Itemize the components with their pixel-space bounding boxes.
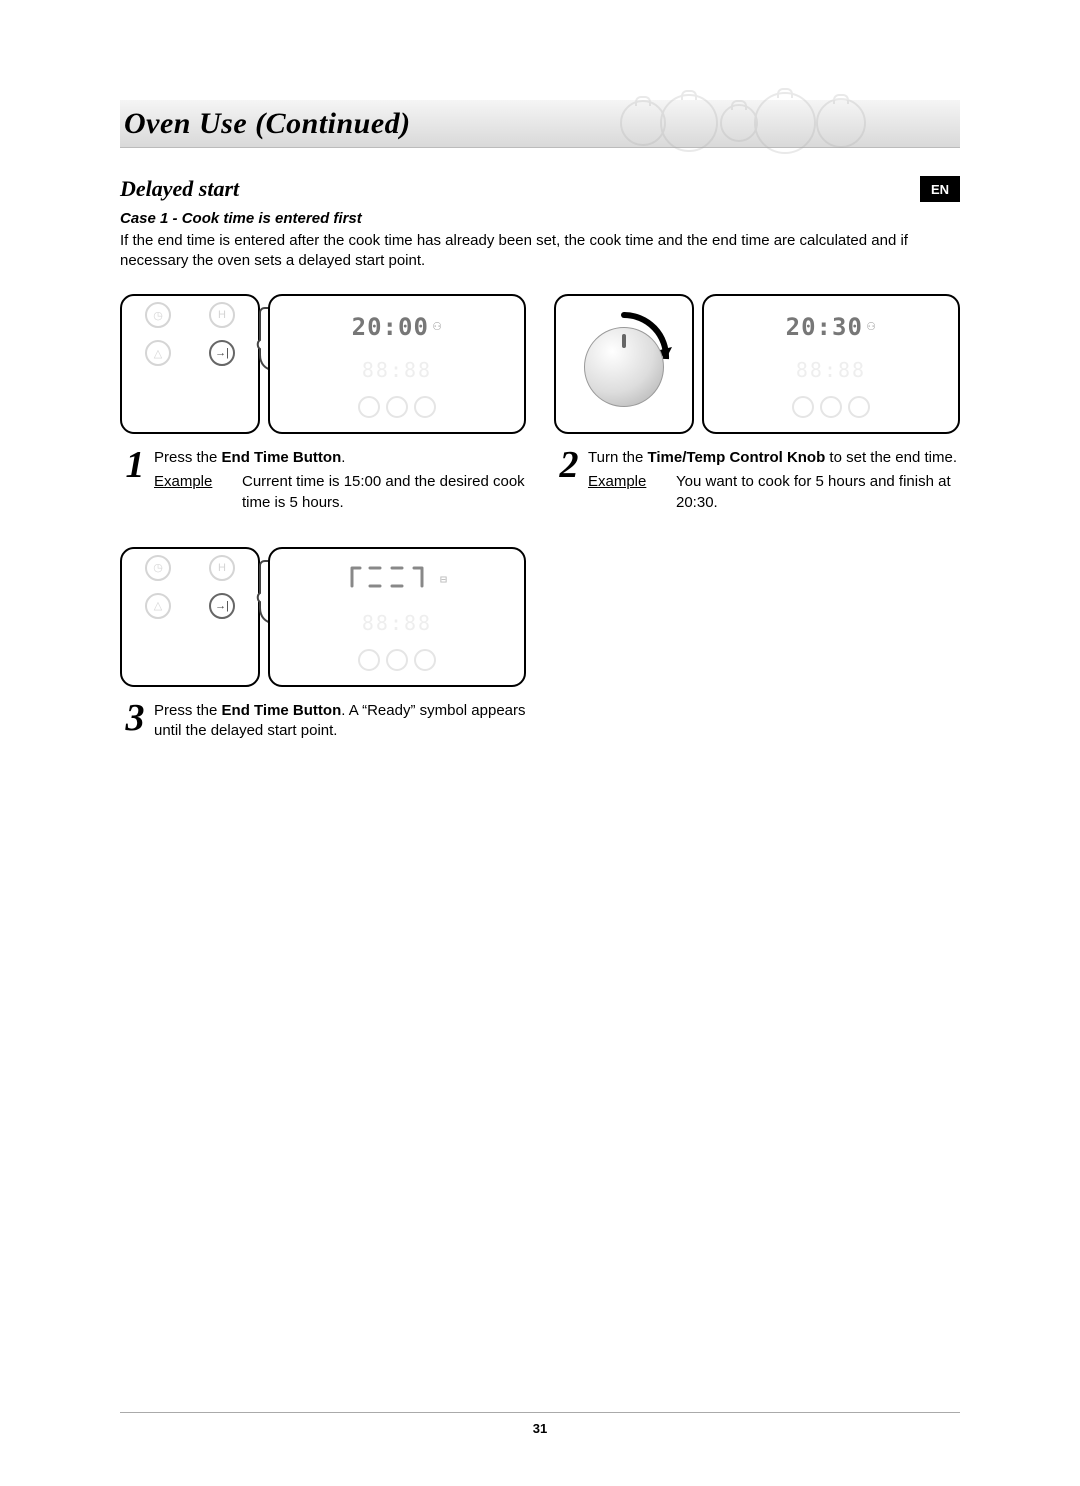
banner-graphic (620, 96, 900, 152)
step-2: 20:30 ⚇ 88:88 2 Turn the Time/Temp Contr… (554, 294, 960, 513)
step3-control: End Time Button (222, 702, 342, 719)
step-3-figure: ◷ H △ →| (120, 547, 526, 687)
display-ghost: 88:88 (278, 352, 516, 389)
step3-text-pre: Press the (154, 702, 222, 719)
ready-symbol-icon (346, 564, 436, 590)
clock-icon: ◷ (145, 302, 171, 328)
step-1-figure: ◷ H △ →| (120, 294, 526, 434)
section-title: Delayed start (120, 176, 960, 202)
step-2-figure: 20:30 ⚇ 88:88 (554, 294, 960, 434)
chef-icon: ⚇ (867, 318, 876, 335)
display-panel: 20:00 ⚇ 88:88 (268, 294, 526, 434)
step1-text-pre: Press the (154, 449, 222, 466)
button-panel: ◷ H △ →| (120, 547, 260, 687)
language-badge: EN (920, 176, 960, 202)
step-1: ◷ H △ →| (120, 294, 526, 513)
display-panel: 20:30 ⚇ 88:88 (702, 294, 960, 434)
triangle-icon: △ (145, 340, 171, 366)
triangle-icon: △ (145, 593, 171, 619)
step2-control: Time/Temp Control Knob (647, 449, 825, 466)
chef-icon: ⚇ (433, 318, 442, 335)
display-ghost: 88:88 (278, 604, 516, 641)
control-knob-icon (584, 327, 664, 407)
h-icon: H (209, 302, 235, 328)
end-icon: ⊟ (440, 573, 448, 587)
example-label: Example (588, 472, 658, 513)
button-panel: ◷ H △ →| (120, 294, 260, 434)
end-time-button-icon: →| (209, 340, 235, 366)
display-time: 20:30 (786, 313, 863, 341)
case-heading: Case 1 - Cook time is entered first (120, 210, 960, 227)
page-number: 31 (533, 1421, 547, 1436)
knob-panel (554, 294, 694, 434)
clock-icon: ◷ (145, 555, 171, 581)
display-ghost: 88:88 (712, 352, 950, 389)
end-time-button-icon: →| (209, 593, 235, 619)
page-banner: Oven Use (Continued) (120, 100, 960, 148)
example-body: You want to cook for 5 hours and finish … (676, 472, 960, 513)
intro-text: If the end time is entered after the coo… (120, 231, 960, 270)
step-number: 3 (120, 701, 150, 742)
step-3: ◷ H △ →| (120, 547, 526, 742)
h-icon: H (209, 555, 235, 581)
step-number: 2 (554, 448, 584, 513)
example-label: Example (154, 472, 224, 513)
display-time: 20:00 (352, 313, 429, 341)
display-panel: ⊟ 88:88 (268, 547, 526, 687)
ready-display (346, 564, 436, 596)
example-body: Current time is 15:00 and the desired co… (242, 472, 526, 513)
step2-text-pre: Turn the (588, 449, 647, 466)
step1-text-post: . (341, 449, 345, 466)
banner-title: Oven Use (Continued) (124, 107, 411, 141)
step-number: 1 (120, 448, 150, 513)
step1-control: End Time Button (222, 449, 342, 466)
page-footer: 31 (120, 1412, 960, 1436)
step2-text-post: to set the end time. (825, 449, 957, 466)
